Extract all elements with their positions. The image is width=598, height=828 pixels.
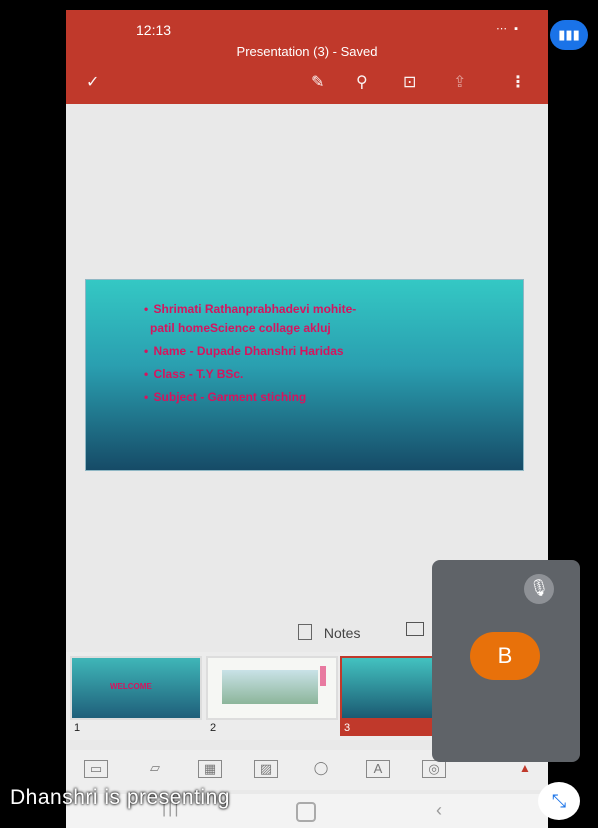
table-icon[interactable]: ▦ [198, 760, 222, 778]
thumbnail-image [222, 670, 318, 704]
expand-up-icon[interactable]: ▲ [514, 760, 536, 776]
slide-number: 2 [210, 722, 217, 734]
layout-icon[interactable]: ▭ [84, 760, 108, 778]
slide-number: 1 [74, 722, 81, 734]
bullet-text: Name - Dupade Dhanshri Haridas [153, 344, 344, 358]
slide-bullet-name: Name - Dupade Dhanshri Haridas [144, 342, 356, 361]
more-options-icon[interactable]: ⋮ [510, 72, 526, 92]
camera-icon[interactable]: ◎ [422, 760, 446, 778]
status-icons: ⋯ ▪ [496, 23, 520, 35]
share-icon[interactable]: ⇪ [453, 72, 466, 92]
present-icon[interactable]: ⊡ [403, 72, 416, 92]
presenting-caption: Dhanshri is presenting [10, 786, 230, 809]
notes-button[interactable]: Notes [298, 624, 360, 641]
meet-audio-indicator-icon[interactable]: ▮▮▮ [550, 20, 588, 50]
avatar: B [470, 632, 540, 680]
thumbnail-accent [320, 666, 326, 686]
new-slide-icon[interactable]: ▱ [144, 760, 166, 776]
picture-icon[interactable]: ▨ [254, 760, 278, 778]
clock: 12:13 [136, 22, 172, 38]
notes-icon [298, 624, 312, 640]
search-icon[interactable]: ⚲ [356, 72, 368, 92]
thumbnail-slide-2[interactable] [206, 656, 338, 720]
exit-fullscreen-icon[interactable]: ⤡ [538, 782, 580, 820]
back-icon[interactable]: ‹ [436, 800, 442, 821]
check-icon[interactable]: ✓ [86, 72, 99, 92]
comment-icon[interactable] [406, 622, 424, 636]
bullet-text-cont: patil homeScience collage akluj [150, 321, 331, 335]
thumbnail-title: WELCOME [110, 682, 152, 691]
slide-bullet-college: Shrimati Rathanprabhadevi mohite- patil … [144, 300, 356, 338]
textbox-icon[interactable]: A [366, 760, 390, 778]
app-topbar: 12:13 ⋯ ▪ Presentation (3) - Saved ✓ ✎ ⚲… [66, 10, 548, 104]
current-slide[interactable]: Shrimati Rathanprabhadevi mohite- patil … [86, 280, 523, 470]
document-title: Presentation (3) - Saved [236, 44, 378, 59]
slide-bullets: Shrimati Rathanprabhadevi mohite- patil … [144, 300, 356, 411]
home-icon[interactable] [296, 802, 316, 822]
slide-bullet-class: Class - T.Y BSc. [144, 365, 356, 384]
pen-icon[interactable]: ✎ [311, 72, 324, 92]
notes-label: Notes [323, 625, 361, 641]
participant-tile[interactable]: 🎙 B [432, 560, 580, 762]
bullet-text: Shrimati Rathanprabhadevi mohite- [153, 302, 357, 316]
thumbnail-slide-1[interactable]: WELCOME [70, 656, 202, 720]
bullet-text: Subject - Garment stiching [153, 390, 307, 404]
slide-bullet-subject: Subject - Garment stiching [144, 388, 356, 407]
shapes-icon[interactable]: ◯ [310, 760, 332, 776]
bullet-text: Class - T.Y BSc. [153, 367, 244, 381]
mic-off-icon: 🎙 [524, 574, 554, 604]
